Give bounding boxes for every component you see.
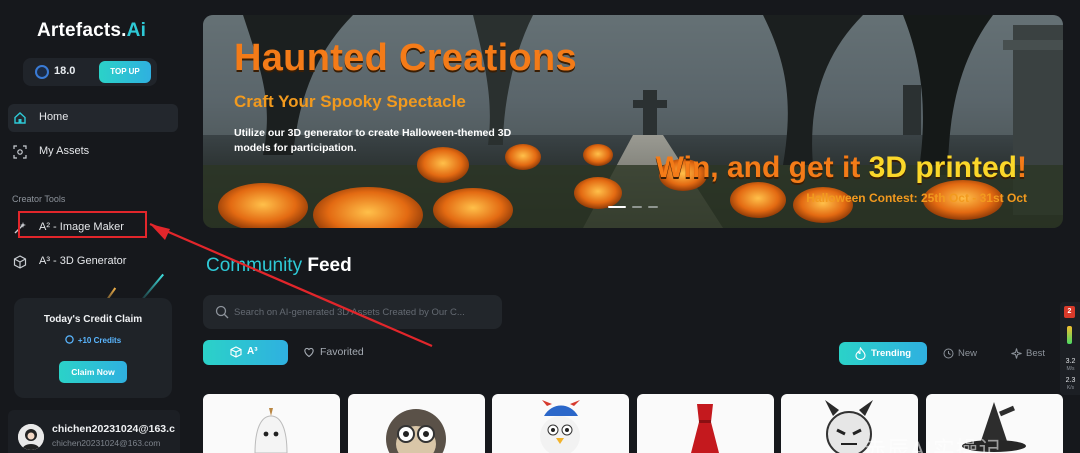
sidebar-item-label: A³ - 3D Generator [39, 255, 127, 267]
sidebar-item-label: Home [39, 111, 69, 123]
scan-icon [13, 145, 27, 159]
search-icon [215, 305, 229, 319]
banner-win-text: Win, and get it 3D printed! [656, 151, 1027, 185]
sort-label: Trending [871, 348, 912, 359]
flame-icon [855, 347, 866, 360]
sidebar-item-my-assets[interactable]: My Assets [8, 138, 178, 166]
sidebar-item-3d-generator[interactable]: A³ - 3D Generator [8, 248, 178, 276]
status-bar-indicator [1067, 326, 1072, 344]
feed-title-left: Community [206, 255, 303, 276]
badge-icon: 2 [1064, 306, 1075, 318]
tab-label: A³ [247, 346, 258, 357]
red-dress-thumbnail [691, 404, 719, 453]
asset-card-ghost[interactable] [203, 394, 340, 453]
network-speed-widget[interactable]: 2 3.2 M/s 2.3 K/s [1060, 302, 1080, 395]
clock-icon [943, 348, 954, 359]
banner-description: Utilize our 3D generator to create Hallo… [234, 127, 512, 154]
upload-unit: M/s [1066, 366, 1075, 372]
carousel-dot[interactable] [648, 206, 658, 208]
logo-text: Artefacts. [37, 20, 127, 41]
asset-card-dress[interactable] [637, 394, 774, 453]
tab-a3[interactable]: A³ [203, 340, 288, 365]
claim-now-button[interactable]: Claim Now [59, 361, 127, 383]
banner-date: Halloween Contest: 25th Oct - 31st Oct [806, 191, 1027, 205]
annotation-highlight-box [18, 211, 147, 238]
win-highlight: 3D printed [868, 151, 1017, 184]
credit-claim-card: Today's Credit Claim +10 Credits Claim N… [14, 298, 172, 398]
credit-coin-icon [65, 335, 74, 344]
upload-speed: 3.2 [1065, 358, 1076, 365]
feed-title: Community Feed [206, 255, 352, 277]
banner-subtitle: Craft Your Spooky Spectacle [234, 92, 466, 111]
hedgehog-thumbnail [386, 409, 446, 453]
tab-label: Favorited [320, 346, 364, 358]
sort-trending-button[interactable]: Trending [839, 342, 927, 365]
search-placeholder: Search on AI-generated 3D Assets Created… [234, 307, 465, 318]
top-up-button[interactable]: TOP UP [99, 61, 151, 83]
app-root: Artefacts.Ai 18.0 TOP UP Home My Assets … [0, 0, 1080, 453]
sidebar: Artefacts.Ai 18.0 TOP UP Home My Assets … [0, 0, 190, 453]
cube-icon [13, 255, 27, 269]
credit-value: 18.0 [54, 65, 76, 77]
home-icon [14, 112, 26, 124]
logo-accent: Ai [126, 20, 147, 41]
asset-card-hedgehog[interactable] [348, 394, 485, 453]
user-profile[interactable]: chichen20231024@163.c chichen20231024@16… [8, 410, 180, 453]
banner-title: Haunted Creations [234, 37, 577, 79]
avatar [18, 424, 44, 450]
watermark: 赤辰AI实操记 [864, 437, 1002, 453]
claim-credits-text: +10 Credits [77, 336, 122, 345]
win-suffix: ! [1017, 151, 1027, 184]
asset-card-bird[interactable] [492, 394, 629, 453]
carousel-dots [608, 206, 658, 208]
bird-thumbnail [540, 400, 580, 453]
credit-balance: 18.0 TOP UP [23, 58, 157, 86]
win-prefix: Win, and get it [655, 151, 869, 184]
carousel-dot[interactable] [608, 206, 626, 208]
promo-banner[interactable]: Haunted Creations Craft Your Spooky Spec… [203, 15, 1063, 228]
ghost-thumbnail [254, 408, 288, 453]
sparkle-icon [1011, 348, 1022, 359]
user-name: chichen20231024@163.c [52, 423, 175, 435]
claim-title: Today's Credit Claim [43, 314, 143, 325]
carousel-dot[interactable] [632, 206, 642, 208]
credit-coin-icon [35, 65, 49, 79]
download-speed: 2.3 [1065, 377, 1076, 384]
heart-icon [304, 347, 314, 358]
feed-title-right: Feed [307, 255, 352, 276]
sort-label: New [958, 348, 978, 359]
download-unit: K/s [1066, 385, 1075, 391]
section-label-creator-tools: Creator Tools [12, 194, 66, 204]
sidebar-item-home[interactable]: Home [8, 104, 178, 132]
search-input[interactable]: Search on AI-generated 3D Assets Created… [203, 295, 502, 329]
user-email: chichen20231024@163.com [52, 438, 161, 448]
cube-icon [230, 346, 242, 358]
brand-logo[interactable]: Artefacts.Ai [37, 20, 146, 42]
sort-label: Best [1026, 348, 1046, 359]
claim-credits: +10 Credits [14, 335, 172, 345]
sidebar-item-label: My Assets [39, 145, 90, 157]
